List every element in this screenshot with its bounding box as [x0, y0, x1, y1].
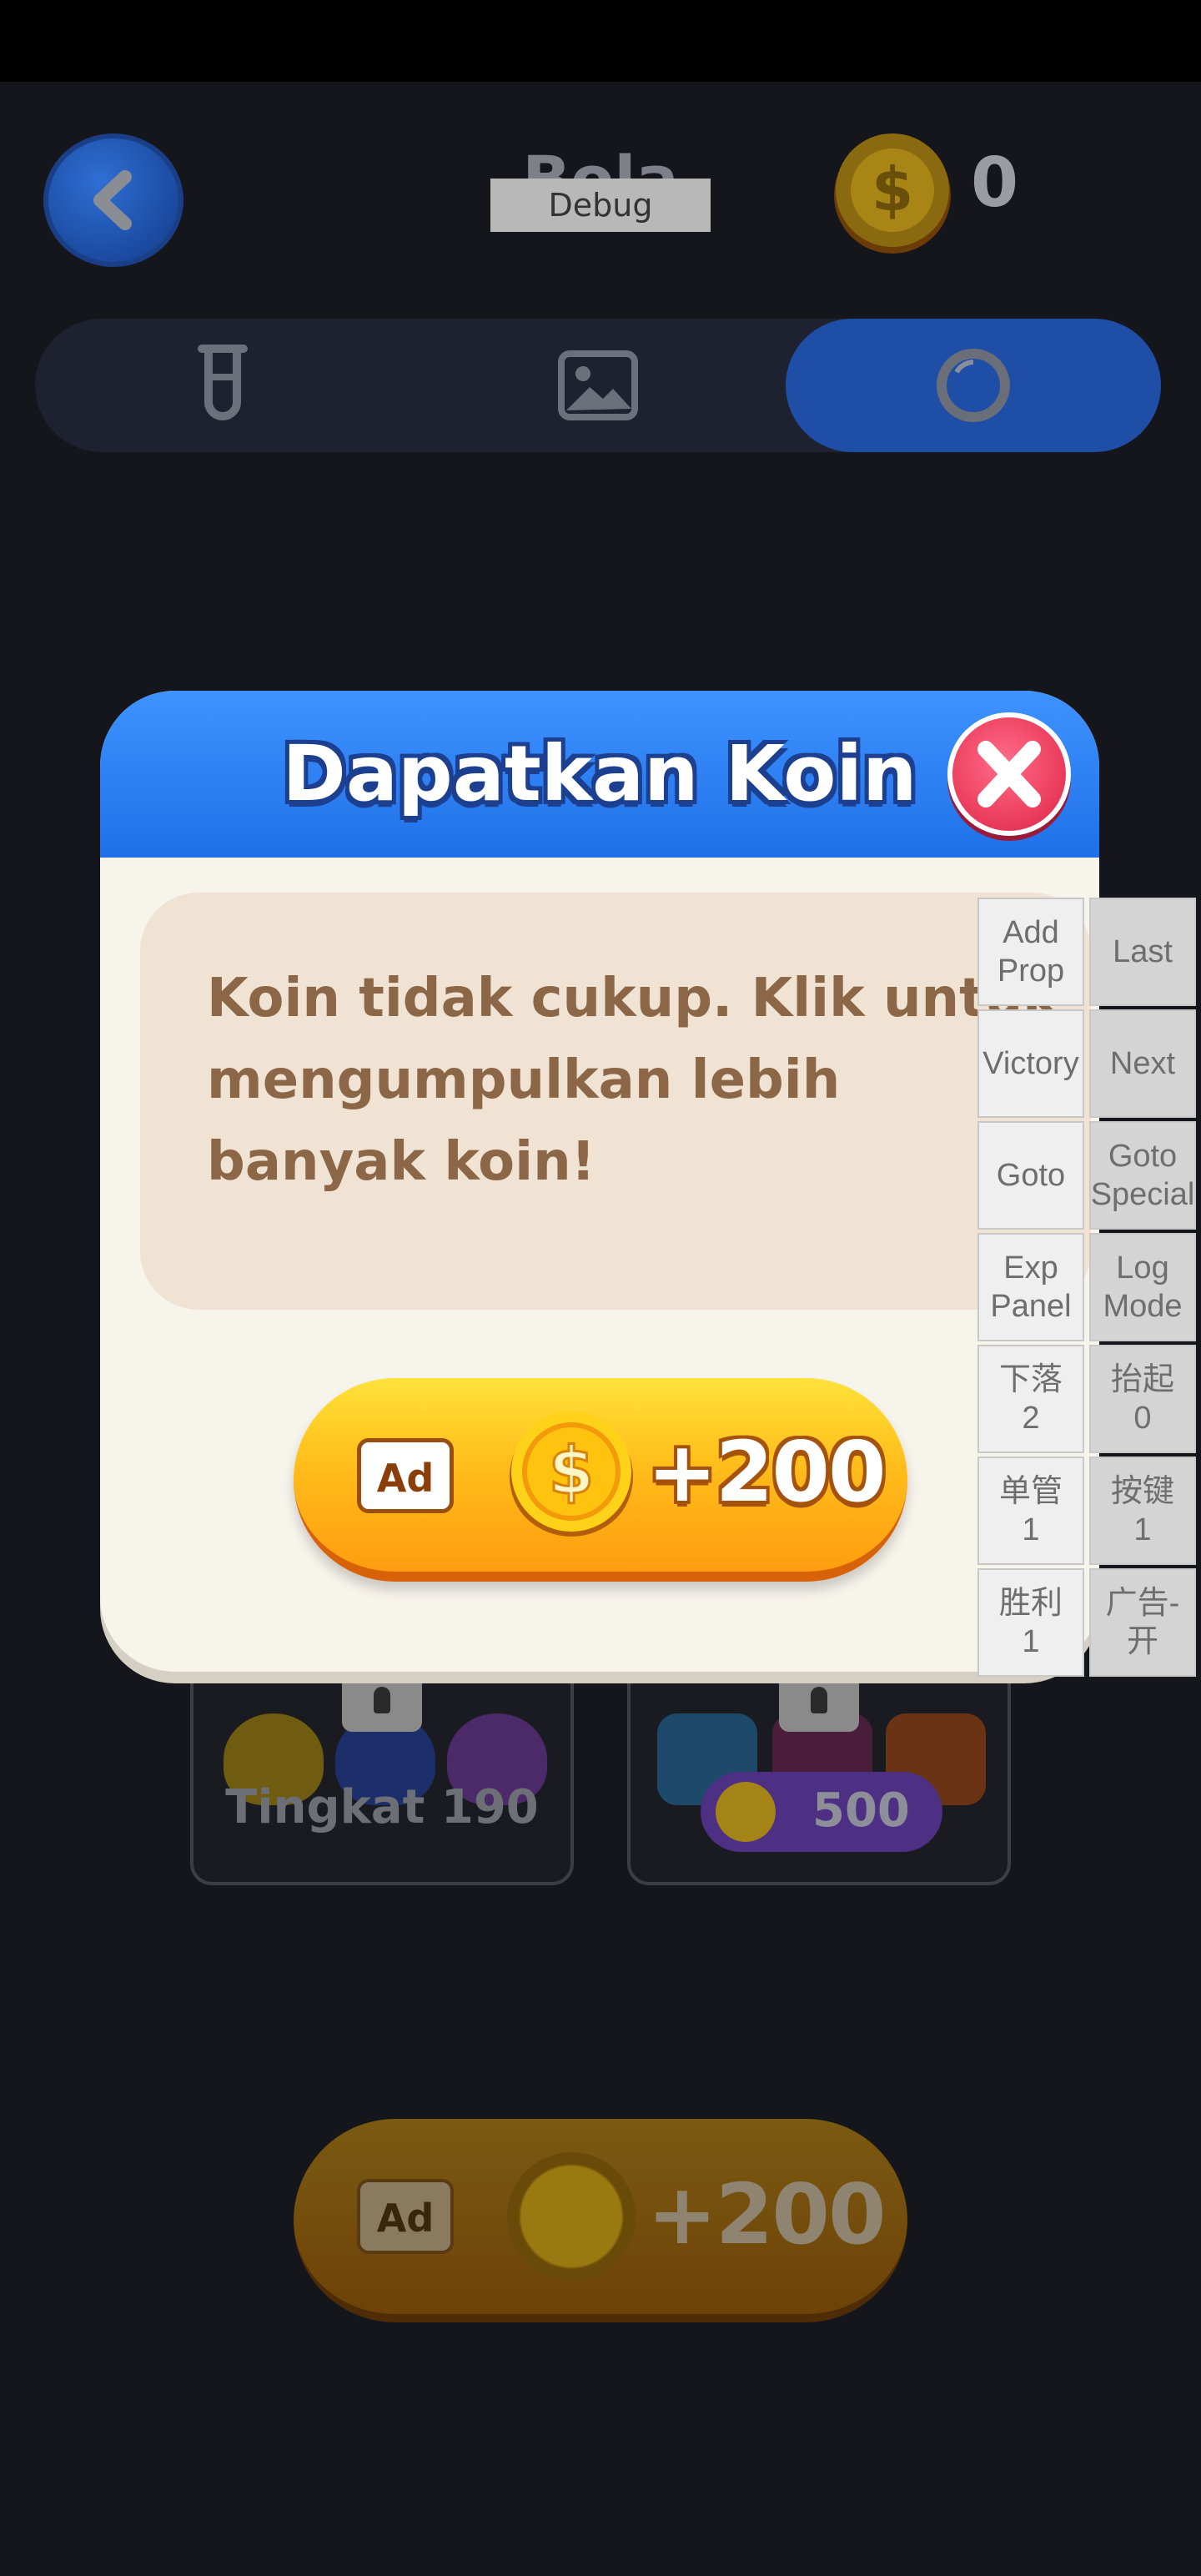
- tab-tube[interactable]: [35, 319, 410, 452]
- debug-single-tube-button[interactable]: 单管 1: [977, 1457, 1084, 1565]
- game-screen: Bola Debug $ 0: [0, 0, 1201, 2576]
- tab-image[interactable]: [410, 319, 786, 452]
- close-button[interactable]: [947, 712, 1071, 836]
- back-button[interactable]: [43, 133, 183, 267]
- close-icon: [977, 741, 1041, 808]
- price-value: 500: [812, 1784, 910, 1838]
- lock-icon: [342, 1672, 422, 1732]
- debug-victory-button[interactable]: Victory: [977, 1009, 1084, 1118]
- debug-drop-button[interactable]: 下落 2: [977, 1345, 1084, 1453]
- debug-exp-panel-button[interactable]: Exp Panel: [977, 1233, 1084, 1341]
- ring-icon: [937, 349, 1010, 422]
- debug-next-button[interactable]: Next: [1089, 1009, 1196, 1118]
- debug-goto-special-button[interactable]: Goto Special: [1089, 1121, 1196, 1230]
- test-tube-icon: [198, 345, 248, 420]
- coin-icon: [507, 2152, 636, 2281]
- dialog-message: Koin tidak cukup. Klik untuk mengumpulka…: [207, 968, 1058, 1193]
- debug-log-mode-button[interactable]: Log Mode: [1089, 1233, 1196, 1341]
- message-box: Koin tidak cukup. Klik untuk mengumpulka…: [140, 893, 1091, 1310]
- svg-text:$: $: [872, 154, 913, 224]
- lock-icon: [779, 1672, 859, 1732]
- ad-badge: Ad: [357, 1438, 454, 1513]
- svg-text:$: $: [549, 1434, 594, 1509]
- bottom-ad-coin-button[interactable]: Ad +200: [294, 2119, 907, 2322]
- coin-icon: $: [834, 133, 951, 254]
- coin-icon: [716, 1782, 776, 1842]
- ad-badge: Ad: [357, 2179, 454, 2254]
- image-icon: [558, 350, 638, 420]
- price-pill[interactable]: 500: [701, 1772, 942, 1852]
- ad-amount: +200: [647, 2166, 887, 2263]
- debug-toggle-button[interactable]: Debug: [490, 179, 711, 232]
- watch-ad-coin-button[interactable]: Ad $ +200: [294, 1378, 907, 1582]
- coin-count: 0: [971, 143, 1019, 223]
- tab-ball[interactable]: [786, 319, 1161, 452]
- debug-last-button[interactable]: Last: [1089, 898, 1196, 1006]
- status-bar: [0, 0, 1201, 82]
- category-tabs: [35, 319, 1161, 452]
- level-label: Tingkat 190: [225, 1780, 539, 1834]
- ad-amount: +200: [647, 1423, 887, 1521]
- debug-lift-button[interactable]: 抬起 0: [1089, 1345, 1196, 1453]
- coin-icon: $: [510, 1411, 633, 1537]
- debug-add-prop-button[interactable]: Add Prop: [977, 898, 1084, 1006]
- chevron-left-icon: [93, 170, 132, 230]
- debug-goto-button[interactable]: Goto: [977, 1121, 1084, 1230]
- debug-win-button[interactable]: 胜利 1: [977, 1568, 1084, 1677]
- debug-ad-toggle-button[interactable]: 广告-开: [1089, 1568, 1196, 1677]
- debug-key-button[interactable]: 按键 1: [1089, 1457, 1196, 1565]
